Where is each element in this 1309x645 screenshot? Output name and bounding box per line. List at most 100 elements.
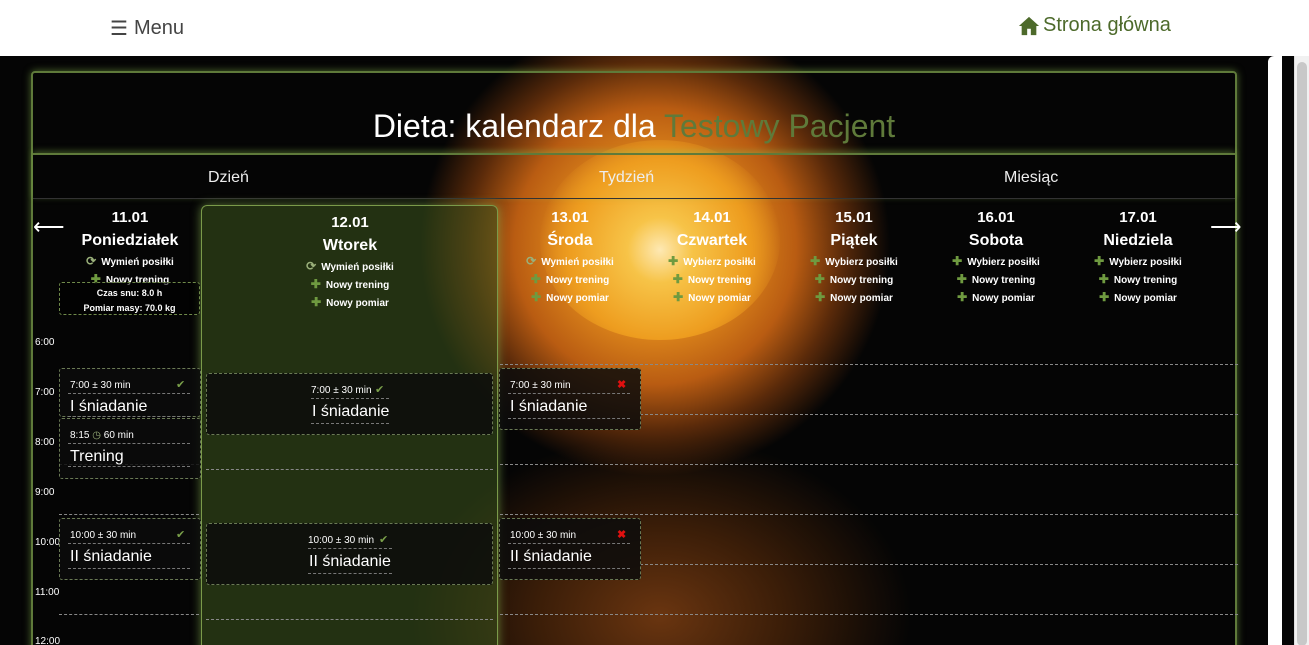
day-name[interactable]: Czwartek: [642, 232, 782, 250]
new-measurement-action[interactable]: ✚ Nowy pomiar: [642, 290, 782, 304]
view-tabs: Dzień Tydzień Miesiąc: [33, 153, 1235, 199]
top-navbar: ☰ Menu Strona główna: [0, 0, 1309, 56]
meal-time: 10:00 ± 30 min: [308, 535, 375, 546]
new-training-action[interactable]: ✚ Nowy trening: [280, 277, 420, 291]
day-name[interactable]: Niedziela: [1068, 232, 1208, 250]
day-name[interactable]: Piątek: [784, 232, 924, 250]
hour-label: 9:00: [35, 487, 55, 498]
action-label: Wymień posiłki: [541, 257, 614, 268]
new-training-action[interactable]: ✚ Nowy trening: [642, 272, 782, 286]
meal-name: I śniadanie: [312, 403, 390, 420]
day-date: 14.01: [693, 209, 731, 226]
day-date: 13.01: [551, 209, 589, 226]
plus-icon: ✚: [815, 290, 826, 304]
plus-icon: ✚: [672, 272, 683, 286]
day-name[interactable]: Wtorek: [280, 237, 420, 255]
meal-time: 10:00 ± 30 min: [510, 530, 577, 541]
new-measurement-action[interactable]: ✚ Nowy pomiar: [784, 290, 924, 304]
home-icon: [1018, 16, 1040, 35]
day-name[interactable]: Sobota: [926, 232, 1066, 250]
day-header-fri: 15.01 Piątek ✚ Wybierz posiłki ✚ Nowy tren…: [784, 209, 924, 304]
plus-icon: ✚: [531, 290, 542, 304]
check-icon: ✔: [176, 529, 186, 541]
scroll-thumb[interactable]: [1297, 62, 1307, 645]
scrollbar[interactable]: [1294, 56, 1309, 645]
action-label: Nowy trening: [1113, 275, 1178, 286]
day-name[interactable]: Poniedziałek: [60, 232, 200, 250]
meal-card[interactable]: 10:00 ± 30 min ✔ II śniadanie: [59, 518, 201, 580]
grid-line: [500, 614, 1238, 615]
choose-meals-action[interactable]: ✚ Wybierz posiłki: [642, 254, 782, 268]
meal-name: II śniadanie: [510, 548, 592, 565]
cross-icon: ✖: [617, 529, 627, 541]
meal-card[interactable]: 10:00 ± 30 min ✖ II śniadanie: [499, 518, 641, 580]
meal-card[interactable]: 7:00 ± 30 min ✖ I śniadanie: [499, 368, 641, 430]
training-time: 8:15 ◷ 60 min: [70, 430, 134, 441]
next-week-arrow-icon[interactable]: ⟶: [1210, 214, 1242, 240]
day-header-thu: 14.01 Czwartek ✚ Wybierz posiłki ✚ Nowy tr…: [642, 209, 782, 304]
action-label: Nowy pomiar: [326, 298, 389, 309]
tab-month[interactable]: Miesiąc: [1004, 169, 1058, 187]
day-date: 11.01: [111, 209, 149, 226]
cross-icon: ✖: [617, 379, 627, 391]
day-name[interactable]: Środa: [500, 232, 640, 250]
choose-meals-action[interactable]: ✚ Wybierz posiłki: [926, 254, 1066, 268]
divider: [68, 466, 190, 467]
choose-meals-action[interactable]: ✚ Wybierz posiłki: [1068, 254, 1208, 268]
plus-icon: ✚: [952, 254, 963, 268]
meal-card[interactable]: 10:00 ± 30 min ✔ II śniadanie: [206, 523, 493, 585]
home-label: Strona główna: [1043, 14, 1171, 36]
patient-name[interactable]: Testowy Pacjent: [664, 108, 895, 144]
grid-line: [500, 364, 1238, 365]
meal-card[interactable]: 7:00 ± 30 min ✔ I śniadanie: [206, 373, 493, 435]
new-measurement-action[interactable]: ✚ Nowy pomiar: [926, 290, 1066, 304]
plus-icon: ✚: [310, 277, 321, 291]
check-icon: ✔: [375, 384, 385, 396]
day-date: 12.01: [331, 214, 369, 231]
home-link[interactable]: Strona główna: [1018, 14, 1171, 37]
training-card[interactable]: 8:15 ◷ 60 min Trening: [59, 418, 201, 479]
plus-icon: ✚: [673, 290, 684, 304]
check-icon: ✔: [379, 534, 389, 546]
divider: [311, 398, 389, 399]
new-measurement-action[interactable]: ✚ Nowy pomiar: [500, 290, 640, 304]
new-measurement-action[interactable]: ✚ Nowy pomiar: [1068, 290, 1208, 304]
meal-time: 7:00 ± 30 min: [510, 380, 571, 391]
day-header-wed: 13.01 Środa ⟳ Wymień posiłki ✚ Nowy trenin…: [500, 209, 640, 304]
grid-line: [206, 469, 493, 470]
new-training-action[interactable]: ✚ Nowy trening: [926, 272, 1066, 286]
plus-icon: ✚: [957, 290, 968, 304]
meal-name: I śniadanie: [70, 398, 148, 415]
refresh-icon: ⟳: [86, 254, 97, 268]
swap-meals-action[interactable]: ⟳ Wymień posiłki: [500, 254, 640, 268]
new-measurement-action[interactable]: ✚ Nowy pomiar: [280, 295, 420, 309]
divider: [508, 418, 630, 419]
plus-icon: ✚: [530, 272, 541, 286]
plus-icon: ✚: [1094, 254, 1105, 268]
meal-card[interactable]: 7:00 ± 30 min ✔ I śniadanie: [59, 368, 201, 417]
menu-button[interactable]: ☰ Menu: [110, 16, 184, 41]
weight-measurement: Pomiar masy: 70.0 kg: [83, 303, 176, 313]
meal-name: I śniadanie: [510, 398, 588, 415]
meal-time: 7:00 ± 30 min: [311, 385, 372, 396]
plus-icon: ✚: [956, 272, 967, 286]
swap-meals-action[interactable]: ⟳ Wymień posiłki: [280, 259, 420, 273]
choose-meals-action[interactable]: ✚ Wybierz posiłki: [784, 254, 924, 268]
hour-label: 12:00: [35, 636, 61, 645]
tab-week[interactable]: Tydzień: [599, 169, 654, 187]
plus-icon: ✚: [668, 254, 679, 268]
day-info-box[interactable]: Czas snu: 8.0 h Pomiar masy: 70.0 kg: [59, 282, 200, 315]
plus-icon: ✚: [810, 254, 821, 268]
swap-meals-action[interactable]: ⟳ Wymień posiłki: [60, 254, 200, 268]
training-duration: 60 min: [103, 430, 134, 441]
day-date: 16.01: [977, 209, 1015, 226]
divider: [68, 393, 190, 394]
new-training-action[interactable]: ✚ Nowy trening: [784, 272, 924, 286]
tab-day[interactable]: Dzień: [208, 169, 249, 187]
divider: [308, 573, 392, 574]
new-training-action[interactable]: ✚ Nowy trening: [500, 272, 640, 286]
training-name: Trening: [70, 448, 124, 465]
divider: [68, 443, 190, 444]
new-training-action[interactable]: ✚ Nowy trening: [1068, 272, 1208, 286]
divider: [508, 568, 630, 569]
